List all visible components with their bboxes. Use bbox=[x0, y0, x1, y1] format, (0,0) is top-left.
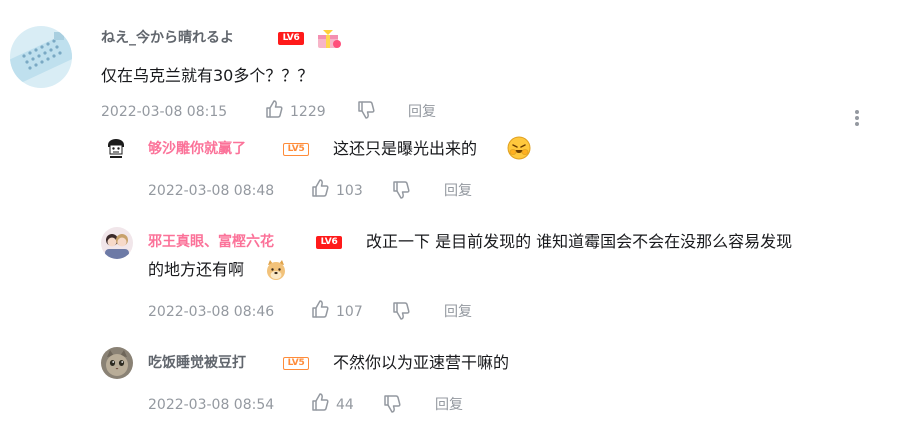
like-icon[interactable] bbox=[310, 392, 330, 416]
reply-time: 2022-03-08 08:48 bbox=[148, 183, 275, 199]
username[interactable]: ねえ_今から晴れるよ bbox=[101, 28, 234, 48]
avatar[interactable] bbox=[101, 227, 133, 259]
level-badge: LV6 bbox=[316, 236, 342, 249]
reply-button[interactable]: 回复 bbox=[435, 395, 463, 415]
reply-button[interactable]: 回复 bbox=[444, 181, 472, 201]
like-count: 107 bbox=[336, 304, 363, 320]
reply-time: 2022-03-08 08:54 bbox=[148, 397, 275, 413]
avatar[interactable] bbox=[10, 26, 72, 88]
reply-button[interactable]: 回复 bbox=[408, 102, 436, 122]
comment-time: 2022-03-08 08:15 bbox=[101, 104, 228, 120]
like-icon[interactable] bbox=[310, 178, 330, 202]
doge-emoji-icon bbox=[264, 258, 288, 286]
laughing-emoji-icon bbox=[507, 136, 531, 164]
dislike-icon[interactable] bbox=[391, 301, 411, 325]
username[interactable]: 够沙雕你就赢了 bbox=[148, 139, 246, 159]
dislike-icon[interactable] bbox=[356, 100, 376, 124]
level-badge: LV5 bbox=[283, 143, 309, 156]
more-options-icon[interactable] bbox=[853, 110, 861, 128]
avatar[interactable] bbox=[101, 347, 133, 379]
reply-text: 改正一下 是目前发现的 谁知道霉国会不会在没那么容易发现 bbox=[366, 232, 793, 251]
reply-text: 这还只是曝光出来的 bbox=[333, 139, 478, 158]
level-badge: LV5 bbox=[283, 357, 309, 370]
like-icon[interactable] bbox=[264, 99, 284, 123]
reply-text-continued: 的地方还有啊 bbox=[148, 260, 245, 279]
username[interactable]: 吃饭睡觉被豆打 bbox=[148, 353, 246, 373]
like-count: 1229 bbox=[290, 104, 326, 120]
reply-text: 不然你以为亚速营干嘛的 bbox=[333, 353, 510, 372]
comment-thread: ねえ_今から晴れるよ LV6 仅在乌克兰就有30多个？？？ 2022-03-08… bbox=[0, 0, 923, 422]
like-count: 103 bbox=[336, 183, 363, 199]
avatar[interactable] bbox=[101, 132, 131, 162]
level-badge: LV6 bbox=[278, 32, 304, 45]
like-icon[interactable] bbox=[310, 299, 330, 323]
reply-time: 2022-03-08 08:46 bbox=[148, 304, 275, 320]
like-count: 44 bbox=[336, 397, 354, 413]
reply-button[interactable]: 回复 bbox=[444, 302, 472, 322]
fan-medal-icon bbox=[315, 26, 343, 54]
dislike-icon[interactable] bbox=[382, 394, 402, 418]
username[interactable]: 邪王真眼、富樫六花 bbox=[148, 232, 274, 252]
dislike-icon[interactable] bbox=[391, 180, 411, 204]
comment-text: 仅在乌克兰就有30多个？？？ bbox=[101, 66, 314, 85]
